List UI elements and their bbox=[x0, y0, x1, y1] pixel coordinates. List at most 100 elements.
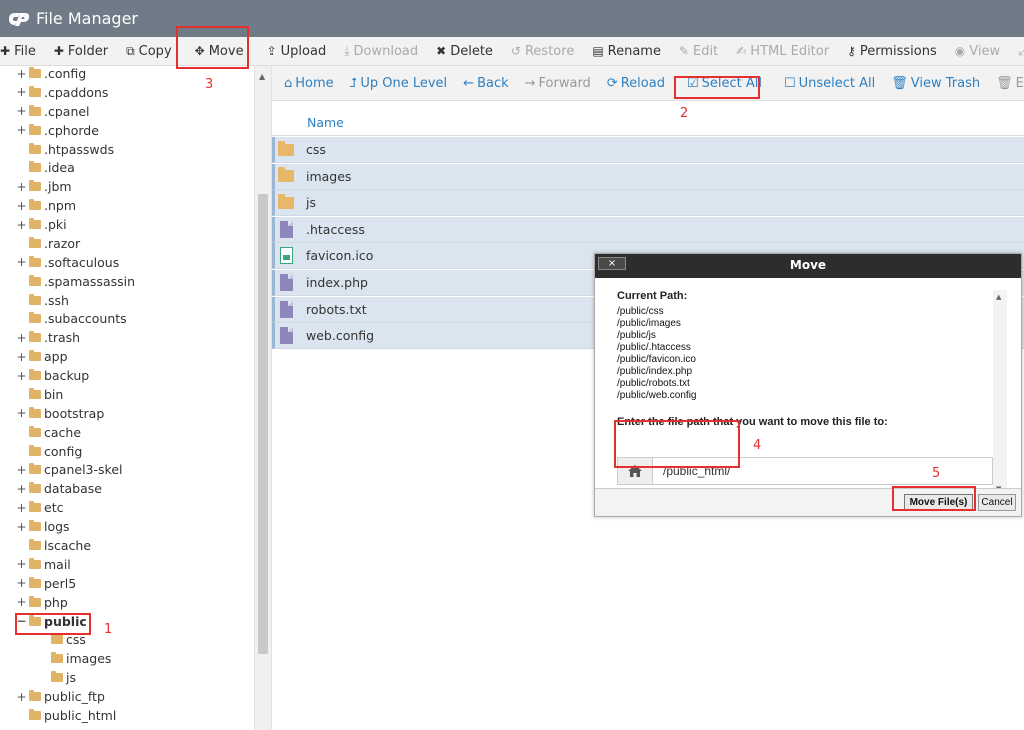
tree-item[interactable]: + bootstrap bbox=[16, 404, 104, 423]
cpanel-logo-icon[interactable] bbox=[6, 9, 32, 29]
tree-item[interactable]: + cpanel3-skel bbox=[16, 460, 122, 479]
tree-item-label: php bbox=[44, 594, 68, 610]
reload-button[interactable]: ⟳ Reload bbox=[599, 66, 673, 101]
expand-plus-icon[interactable]: + bbox=[16, 406, 27, 420]
view-trash-button[interactable]: 🗑 View Trash bbox=[883, 66, 988, 101]
cancel-button[interactable]: Cancel bbox=[978, 494, 1016, 511]
tree-item-label: .softaculous bbox=[44, 254, 120, 270]
back-button[interactable]: ← Back bbox=[455, 66, 516, 101]
up-one-level-button[interactable]: ⮥ Up One Level bbox=[342, 66, 456, 101]
tree-item[interactable]: cache bbox=[16, 423, 81, 442]
file-row[interactable]: css bbox=[272, 137, 1024, 163]
dialog-title: Move bbox=[789, 258, 827, 272]
tree-item[interactable]: + .cphorde bbox=[16, 121, 98, 140]
tree-item[interactable]: .idea bbox=[16, 158, 75, 177]
file-row[interactable]: images bbox=[272, 163, 1024, 190]
tree-item[interactable]: lscache bbox=[16, 536, 91, 555]
tree-item[interactable]: + backup bbox=[16, 366, 89, 385]
folder-icon bbox=[29, 557, 41, 569]
annotation-number-5: 5 bbox=[932, 466, 941, 481]
home-button[interactable]: ⌂ Home bbox=[272, 66, 342, 101]
tree-item[interactable]: + app bbox=[16, 347, 67, 366]
tree-item[interactable]: + perl5 bbox=[16, 574, 76, 593]
file-row[interactable]: .htaccess bbox=[272, 216, 1024, 243]
tree-item-label: .idea bbox=[44, 160, 75, 176]
forward-button[interactable]: → Forward bbox=[517, 66, 599, 101]
expand-plus-icon[interactable]: + bbox=[16, 463, 27, 477]
delete-button[interactable]: ✖ Delete bbox=[427, 37, 502, 66]
copy-button[interactable]: ⧉ Copy bbox=[117, 37, 181, 66]
tree-item[interactable]: + etc bbox=[16, 498, 63, 517]
expand-plus-icon[interactable]: + bbox=[16, 369, 27, 383]
tree-item[interactable]: + .npm bbox=[16, 196, 76, 215]
expand-plus-icon[interactable]: + bbox=[16, 595, 27, 609]
new-folder-button[interactable]: ✚ Folder bbox=[45, 37, 117, 66]
expand-plus-icon[interactable]: + bbox=[16, 218, 27, 232]
expand-plus-icon[interactable]: + bbox=[16, 123, 27, 137]
expand-plus-icon[interactable]: + bbox=[16, 85, 27, 99]
name-column-header[interactable]: Name bbox=[307, 115, 344, 130]
tree-item[interactable]: + .pki bbox=[16, 215, 66, 234]
dialog-scrollbar[interactable]: ▲ ▼ bbox=[993, 290, 1007, 488]
current-path-item: /public/css bbox=[617, 306, 664, 317]
expand-plus-icon[interactable]: + bbox=[16, 501, 27, 515]
permissions-button[interactable]: ⚷ Permissions bbox=[838, 37, 946, 66]
reload-icon: ⟳ bbox=[606, 75, 618, 91]
new-file-button[interactable]: ✚ File bbox=[0, 37, 45, 66]
view-button[interactable]: ◉ View bbox=[946, 37, 1009, 66]
expand-plus-icon[interactable]: + bbox=[16, 199, 27, 213]
tree-item[interactable]: + database bbox=[16, 479, 101, 498]
expand-plus-icon[interactable]: + bbox=[16, 104, 27, 118]
html-editor-button[interactable]: ✍ HTML Editor bbox=[727, 37, 838, 66]
expand-plus-icon[interactable]: + bbox=[16, 350, 27, 364]
tree-item[interactable]: + .cpanel bbox=[16, 102, 90, 121]
expand-plus-icon[interactable]: + bbox=[16, 576, 27, 590]
tree-item[interactable]: .htpasswds bbox=[16, 140, 114, 159]
expand-plus-icon[interactable]: + bbox=[16, 67, 27, 81]
upload-button[interactable]: ⇪ Upload bbox=[258, 37, 336, 66]
expand-plus-icon[interactable]: + bbox=[16, 557, 27, 571]
tree-item[interactable]: bin bbox=[16, 385, 63, 404]
tree-scrollbar[interactable]: ▲ bbox=[254, 66, 272, 730]
tree-item[interactable]: .subaccounts bbox=[16, 309, 127, 328]
tree-item-label: config bbox=[44, 443, 83, 459]
tree-item[interactable]: .spamassassin bbox=[16, 272, 135, 291]
expand-plus-icon[interactable]: + bbox=[16, 180, 27, 194]
scroll-up-arrow-icon[interactable]: ▲ bbox=[996, 293, 1001, 301]
edit-button[interactable]: ✎ Edit bbox=[670, 37, 727, 66]
tree-item[interactable]: + php bbox=[16, 593, 68, 612]
rename-button[interactable]: ▤ Rename bbox=[583, 37, 670, 66]
expand-plus-icon[interactable]: + bbox=[16, 255, 27, 269]
tree-item[interactable]: + .softaculous bbox=[16, 253, 119, 272]
tree-item[interactable]: js bbox=[38, 668, 76, 687]
empty-trash-button[interactable]: 🗑Empty bbox=[988, 66, 1024, 101]
expand-plus-icon[interactable]: + bbox=[16, 482, 27, 496]
expand-plus-icon[interactable]: + bbox=[16, 520, 27, 534]
tree-item[interactable]: .ssh bbox=[16, 291, 69, 310]
tree-item[interactable]: + public_ftp bbox=[16, 687, 104, 706]
scrollbar-thumb[interactable] bbox=[258, 194, 268, 654]
scroll-up-arrow-icon[interactable]: ▲ bbox=[259, 72, 265, 81]
annotation-number-1: 1 bbox=[104, 622, 113, 637]
checkbox-empty-icon: ☐ bbox=[783, 75, 796, 91]
expand-icon[interactable]: ⤢ bbox=[1009, 37, 1024, 66]
expand-plus-icon[interactable]: + bbox=[16, 690, 27, 704]
file-row[interactable]: js bbox=[272, 190, 1024, 217]
folder-icon bbox=[29, 274, 41, 286]
tree-item[interactable]: config bbox=[16, 442, 82, 461]
tree-item[interactable]: public_html bbox=[16, 706, 116, 725]
download-button[interactable]: ⤓ Download bbox=[335, 37, 427, 66]
tree-item-label: .cpanel bbox=[44, 103, 90, 119]
restore-button[interactable]: ↺ Restore bbox=[502, 37, 583, 66]
tree-item[interactable]: + .jbm bbox=[16, 177, 71, 196]
tree-item[interactable]: + mail bbox=[16, 555, 70, 574]
tree-item-label: bootstrap bbox=[44, 405, 105, 421]
tree-item[interactable]: + .config bbox=[16, 66, 86, 83]
unselect-all-button[interactable]: ☐ Unselect All bbox=[776, 66, 883, 101]
tree-item[interactable]: images bbox=[38, 649, 111, 668]
tree-item[interactable]: + .trash bbox=[16, 328, 80, 347]
tree-item[interactable]: .razor bbox=[16, 234, 80, 253]
tree-item[interactable]: + .cpaddons bbox=[16, 83, 108, 102]
tree-item[interactable]: + logs bbox=[16, 517, 69, 536]
expand-plus-icon[interactable]: + bbox=[16, 331, 27, 345]
